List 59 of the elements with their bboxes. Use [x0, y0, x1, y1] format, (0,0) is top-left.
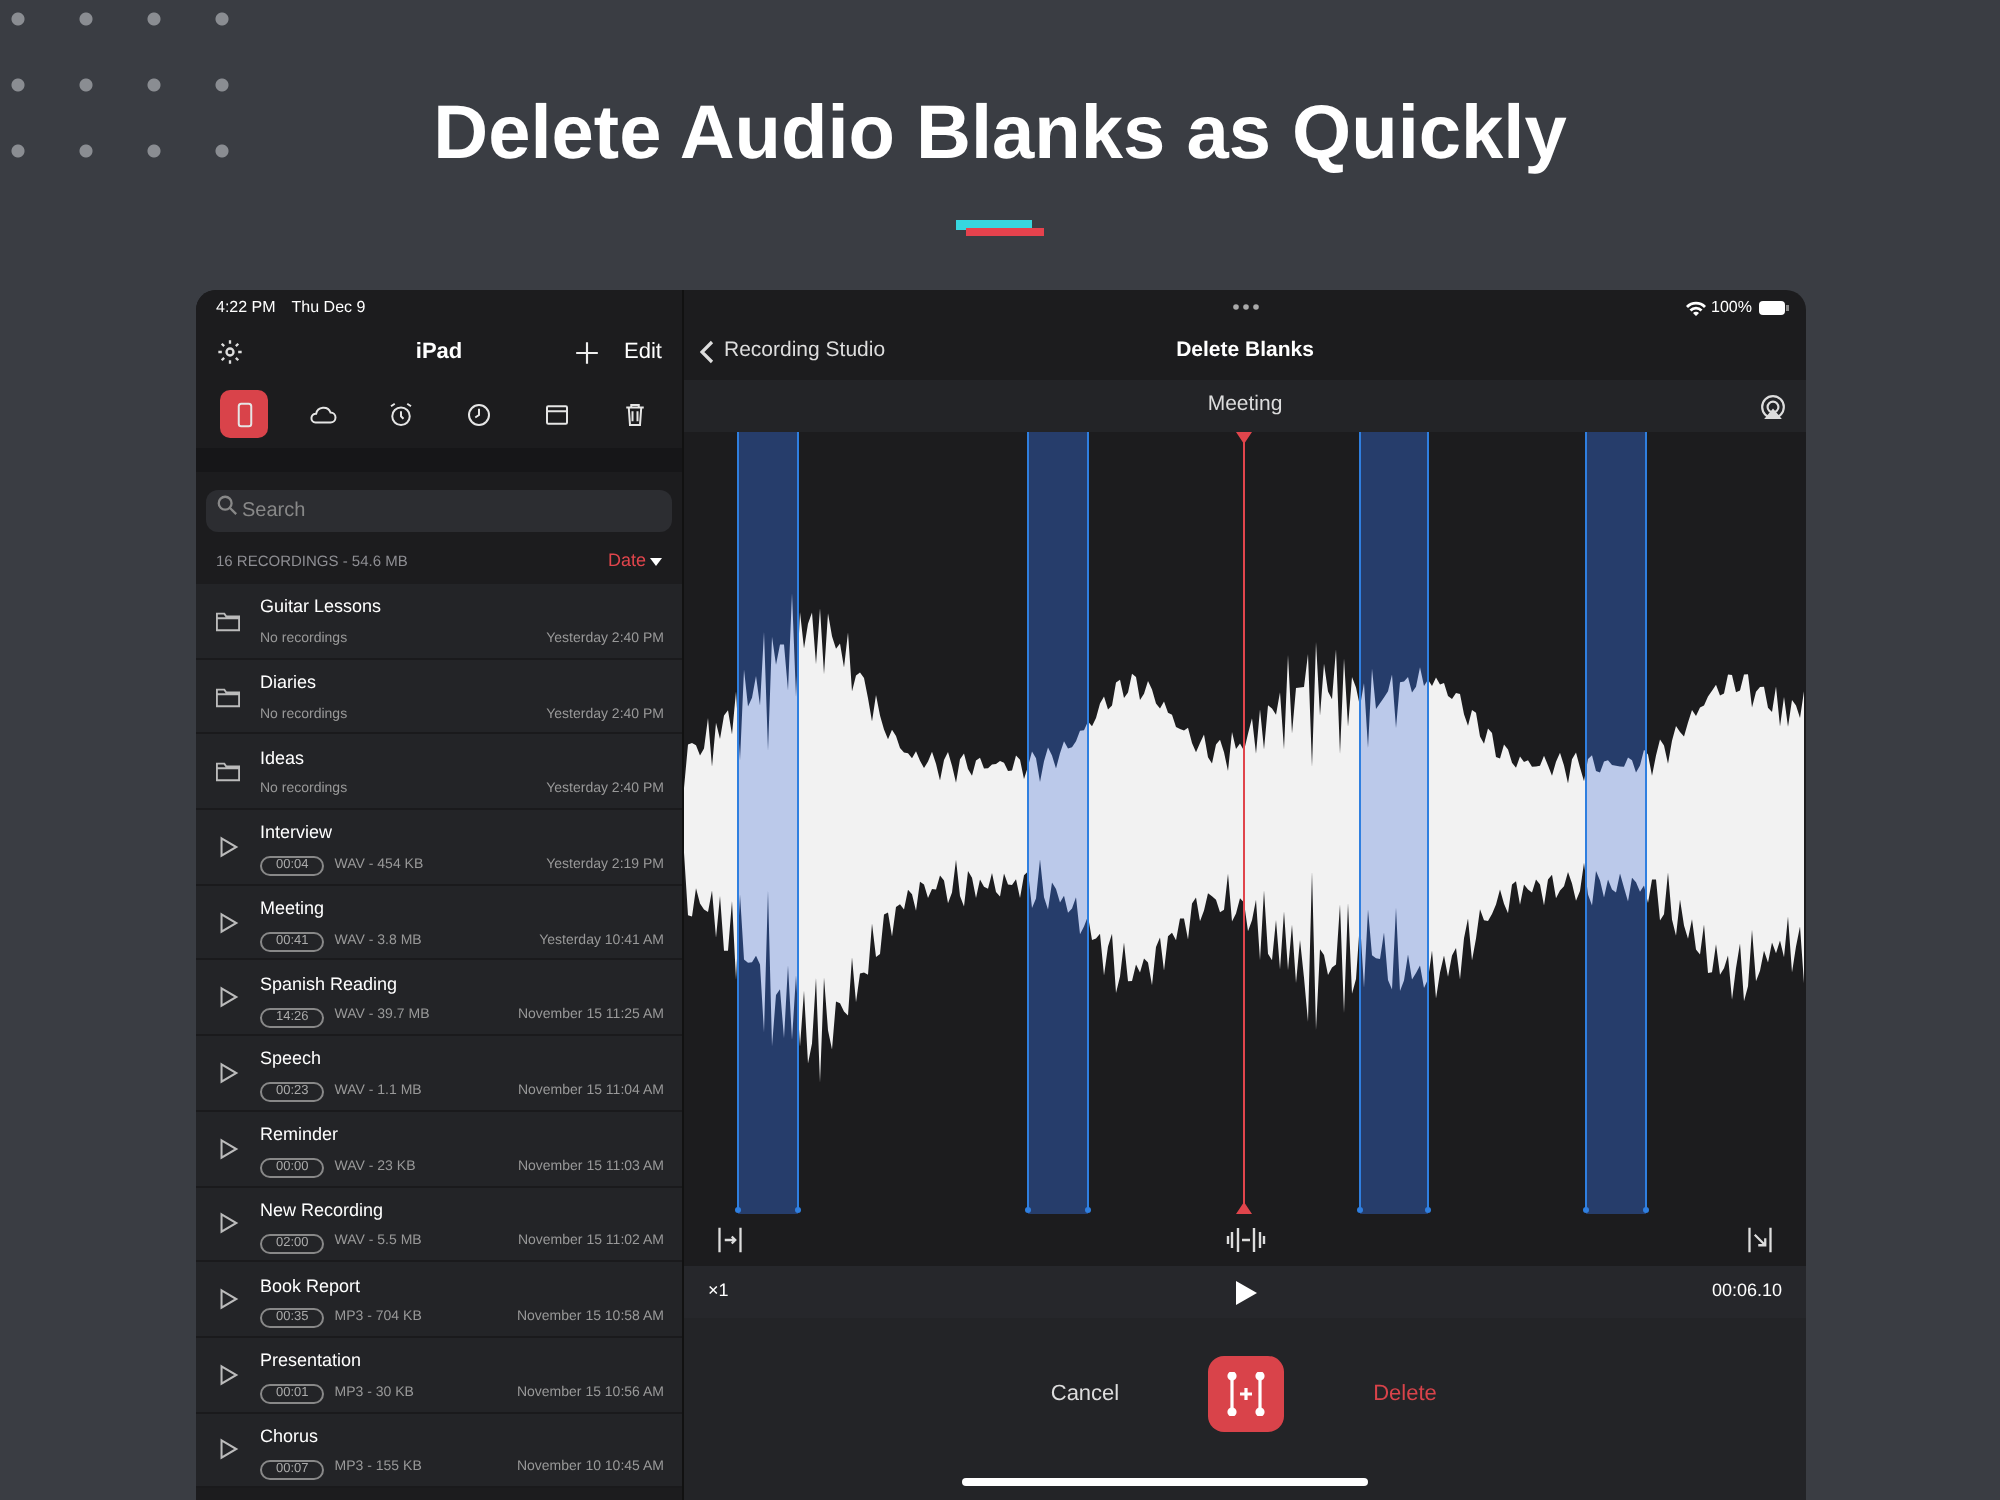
item-name: Guitar Lessons	[260, 594, 384, 621]
status-time: 4:22 PM	[216, 295, 276, 319]
settings-icon[interactable]	[216, 338, 244, 366]
sidebar-title: iPad	[415, 337, 463, 368]
bracket-plus-icon	[1225, 1372, 1265, 1416]
airplay-icon[interactable]	[1760, 393, 1786, 419]
delete-button[interactable]: Delete	[1355, 1377, 1455, 1411]
status-date: Thu Dec 9	[291, 295, 366, 319]
calendar-icon	[541, 399, 571, 429]
folder-icon	[216, 760, 240, 783]
play-icon[interactable]	[216, 1363, 240, 1386]
battery-icon	[1758, 299, 1790, 315]
wifi-icon	[1685, 299, 1706, 315]
play-icon[interactable]	[216, 1438, 240, 1461]
accent-bar	[956, 220, 1044, 236]
search-icon	[216, 494, 238, 516]
search-field[interactable]: Search	[206, 490, 672, 532]
battery-percent: 100%	[1711, 295, 1752, 319]
headline: Delete Audio Blanks as Quickly	[433, 90, 1567, 180]
play-icon[interactable]	[216, 835, 240, 858]
sort-button[interactable]: Date	[607, 548, 662, 576]
add-icon[interactable]	[574, 339, 601, 365]
item-name: Ideas	[260, 745, 307, 772]
add-blank-button[interactable]	[1207, 1356, 1283, 1432]
multitask-dots-icon[interactable]	[1232, 304, 1258, 310]
track-name: Meeting	[1207, 390, 1283, 421]
item-name: Chorus	[260, 1423, 321, 1450]
waveform-trim-icon[interactable]	[1225, 1226, 1265, 1254]
play-icon[interactable]	[216, 986, 240, 1009]
item-name: Presentation	[260, 1348, 364, 1375]
item-name: Interview	[260, 820, 335, 847]
cancel-button[interactable]: Cancel	[1035, 1377, 1135, 1411]
item-name: Spanish Reading	[260, 971, 400, 998]
trim-start-icon[interactable]	[716, 1226, 744, 1254]
edit-button[interactable]: Edit	[624, 335, 662, 369]
play-icon[interactable]	[1233, 1279, 1257, 1305]
item-name: Speech	[260, 1046, 324, 1073]
trim-end-icon[interactable]	[1746, 1226, 1774, 1254]
item-name: Book Report	[260, 1273, 363, 1300]
item-name: Diaries	[260, 670, 319, 697]
item-name: New Recording	[260, 1197, 386, 1224]
back-button[interactable]: Recording Studio	[700, 336, 886, 368]
waveform-drawing[interactable]	[684, 432, 1806, 1214]
play-icon[interactable]	[216, 911, 240, 934]
play-icon[interactable]	[216, 1288, 240, 1311]
playback-time: 00:06.10	[1711, 1278, 1782, 1305]
tablet-tab[interactable]	[220, 390, 268, 438]
editor-title: Delete Blanks	[1176, 336, 1314, 367]
item-name: Meeting	[260, 896, 327, 923]
play-icon[interactable]	[216, 1137, 240, 1160]
folder-icon	[216, 685, 240, 708]
alarm-clock-icon	[385, 399, 415, 429]
clock-icon	[463, 399, 493, 429]
speed-button[interactable]: ×1	[708, 1278, 729, 1306]
chevron-left-icon	[700, 340, 714, 364]
play-icon[interactable]	[216, 1061, 240, 1084]
play-icon[interactable]	[216, 1212, 240, 1235]
item-name: Reminder	[260, 1122, 341, 1149]
folder-icon	[216, 609, 240, 632]
